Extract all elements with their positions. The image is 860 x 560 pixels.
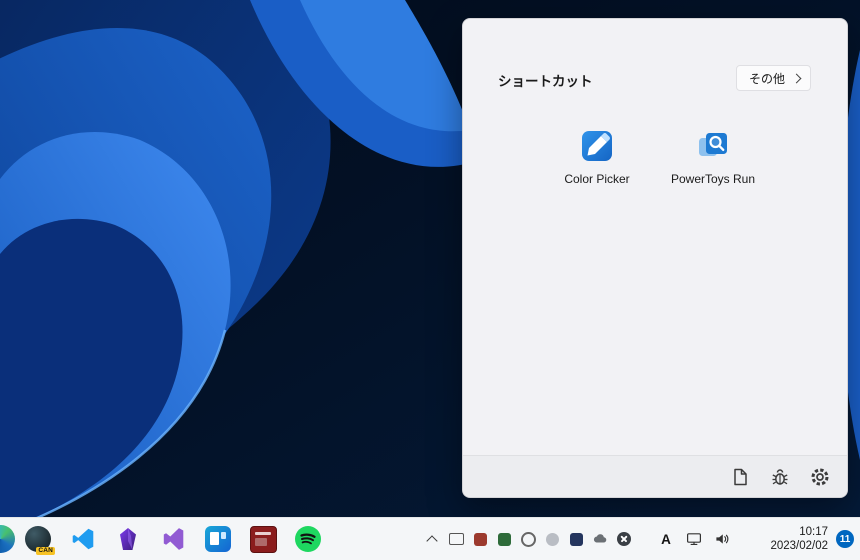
cloud-icon bbox=[593, 534, 607, 543]
taskbar-app-icons: CAN bbox=[24, 518, 322, 560]
tray-app-4-icon bbox=[520, 531, 536, 547]
more-button[interactable]: その他 bbox=[735, 65, 811, 91]
shortcut-row: Color Picker PowerToys Run bbox=[463, 129, 847, 186]
tray-app-2[interactable] bbox=[472, 531, 488, 547]
tray-app-6[interactable] bbox=[568, 531, 584, 547]
spotify-app[interactable] bbox=[294, 525, 322, 553]
taskbar-clock[interactable]: 10:17 2023/02/02 bbox=[770, 518, 828, 560]
obsidian-app[interactable] bbox=[114, 525, 142, 553]
shortcut-powertoys-run[interactable]: PowerToys Run bbox=[663, 129, 763, 186]
clock-time: 10:17 bbox=[799, 526, 828, 538]
can-badge: CAN bbox=[36, 546, 55, 555]
volume-tray-button[interactable] bbox=[714, 531, 730, 547]
settings-button[interactable] bbox=[809, 466, 831, 488]
x-circle-icon bbox=[617, 532, 631, 546]
powertoys-run-icon bbox=[699, 133, 727, 156]
system-tray-right: A bbox=[658, 518, 730, 560]
app-with-can-badge[interactable]: CAN bbox=[24, 525, 55, 555]
visual-studio-app[interactable] bbox=[159, 525, 187, 553]
tray-app-6-icon bbox=[569, 532, 583, 546]
taskbar: CAN A 10:17 2023/02/02 11 bbox=[0, 517, 860, 560]
bug-icon bbox=[772, 468, 788, 485]
powertoys-icon bbox=[205, 526, 231, 552]
powertoys-app[interactable] bbox=[204, 525, 232, 553]
document-button[interactable] bbox=[729, 466, 751, 488]
tray-app-1-icon bbox=[448, 533, 464, 545]
tray-app-3[interactable] bbox=[496, 531, 512, 547]
tray-app-4[interactable] bbox=[520, 531, 536, 547]
settings-gear-icon bbox=[811, 468, 829, 485]
tray-app-3-icon bbox=[497, 532, 511, 546]
volume-icon bbox=[716, 534, 729, 544]
chevron-right-icon bbox=[791, 73, 802, 83]
visual-studio-icon bbox=[163, 528, 184, 550]
obsidian-icon bbox=[120, 528, 136, 550]
tray-app-2-icon bbox=[473, 532, 487, 546]
more-button-label: その他 bbox=[748, 71, 785, 86]
bug-report-button[interactable] bbox=[769, 466, 791, 488]
clock-date: 2023/02/02 bbox=[770, 540, 828, 552]
shortcut-color-picker[interactable]: Color Picker bbox=[547, 129, 647, 186]
shortcut-label: Color Picker bbox=[564, 172, 630, 186]
vscode-app[interactable] bbox=[69, 525, 97, 553]
browser-icon[interactable] bbox=[0, 525, 15, 553]
tray-app-5[interactable] bbox=[544, 531, 560, 547]
flyout-title: ショートカット bbox=[498, 74, 593, 89]
display-icon bbox=[687, 533, 701, 546]
ime-indicator[interactable]: A bbox=[658, 532, 674, 547]
shortcut-label: PowerToys Run bbox=[670, 172, 756, 186]
spotify-icon bbox=[295, 526, 321, 552]
hardware-monitor-app[interactable] bbox=[249, 525, 277, 553]
hidden-icons-button[interactable] bbox=[424, 531, 440, 547]
system-tray bbox=[424, 518, 632, 560]
flyout-footer bbox=[463, 455, 847, 497]
document-icon bbox=[734, 468, 747, 485]
powertoys-flyout-panel: ショートカット その他 Color Picker PowerToys Run bbox=[462, 18, 848, 498]
notification-count-badge[interactable]: 11 bbox=[836, 530, 854, 548]
hardware-monitor-icon bbox=[249, 525, 277, 553]
color-picker-icon bbox=[582, 131, 612, 161]
tray-app-5-icon bbox=[545, 532, 559, 546]
display-tray-button[interactable] bbox=[686, 531, 702, 547]
onedrive-tray[interactable] bbox=[592, 531, 608, 547]
vscode-icon bbox=[72, 528, 94, 550]
tray-app-1[interactable] bbox=[448, 531, 464, 547]
chevron-up-icon bbox=[426, 534, 438, 547]
blocked-app-tray[interactable] bbox=[616, 531, 632, 547]
